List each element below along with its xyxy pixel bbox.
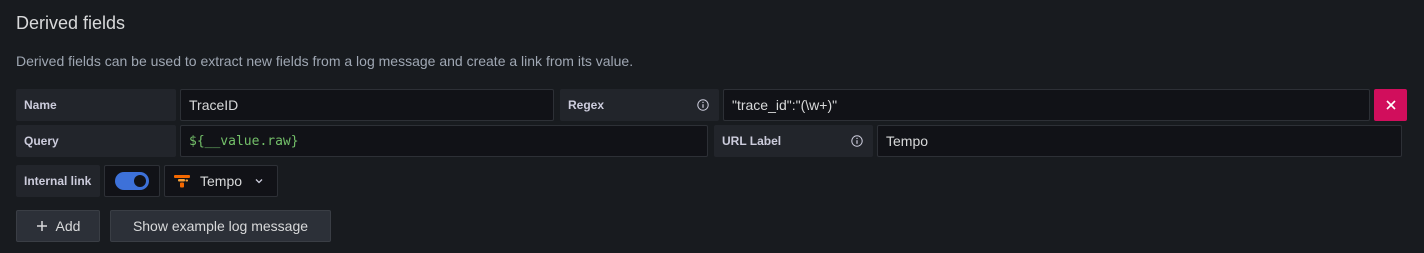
info-icon[interactable]: [851, 135, 863, 147]
url-label-input[interactable]: Tempo: [877, 125, 1402, 157]
name-label-text: Name: [24, 98, 57, 112]
url-label-label: URL Label: [714, 125, 873, 157]
query-label: Query: [16, 125, 176, 157]
close-icon: [1385, 100, 1396, 110]
datasource-name: Tempo: [200, 173, 243, 189]
plus-icon: [36, 221, 47, 231]
query-label-text: Query: [24, 134, 59, 148]
add-button-label: Add: [55, 218, 81, 234]
section-description: Derived fields can be used to extract ne…: [16, 53, 634, 69]
info-icon[interactable]: [697, 99, 709, 111]
section-title: Derived fields: [16, 13, 126, 33]
datasource-select[interactable]: Tempo: [164, 165, 278, 197]
regex-input[interactable]: "trace_id":"(\w+)": [723, 89, 1370, 121]
url-label-label-text: URL Label: [722, 134, 782, 148]
name-input[interactable]: TraceID: [180, 89, 554, 121]
tempo-logo: [174, 175, 190, 188]
internal-link-label: Internal link: [16, 165, 100, 197]
name-label: Name: [16, 89, 176, 121]
regex-input-value: "trace_id":"(\w+)": [732, 97, 838, 113]
regex-label: Regex: [560, 89, 719, 121]
show-example-button[interactable]: Show example log message: [110, 210, 331, 242]
query-input-value: ${__value.raw}: [189, 133, 299, 149]
regex-label-text: Regex: [568, 98, 605, 112]
delete-button[interactable]: [1374, 89, 1407, 121]
show-example-button-label: Show example log message: [132, 218, 309, 234]
query-input[interactable]: ${__value.raw}: [180, 125, 708, 157]
internal-link-label-text: Internal link: [24, 174, 92, 188]
add-button[interactable]: Add: [16, 210, 100, 242]
internal-link-toggle-wrapper: [104, 165, 160, 197]
name-input-value: TraceID: [189, 97, 239, 113]
url-label-input-value: Tempo: [886, 133, 929, 149]
toggle-knob: [134, 175, 146, 187]
chevron-down-icon: [255, 179, 263, 184]
internal-link-toggle[interactable]: [115, 172, 149, 190]
